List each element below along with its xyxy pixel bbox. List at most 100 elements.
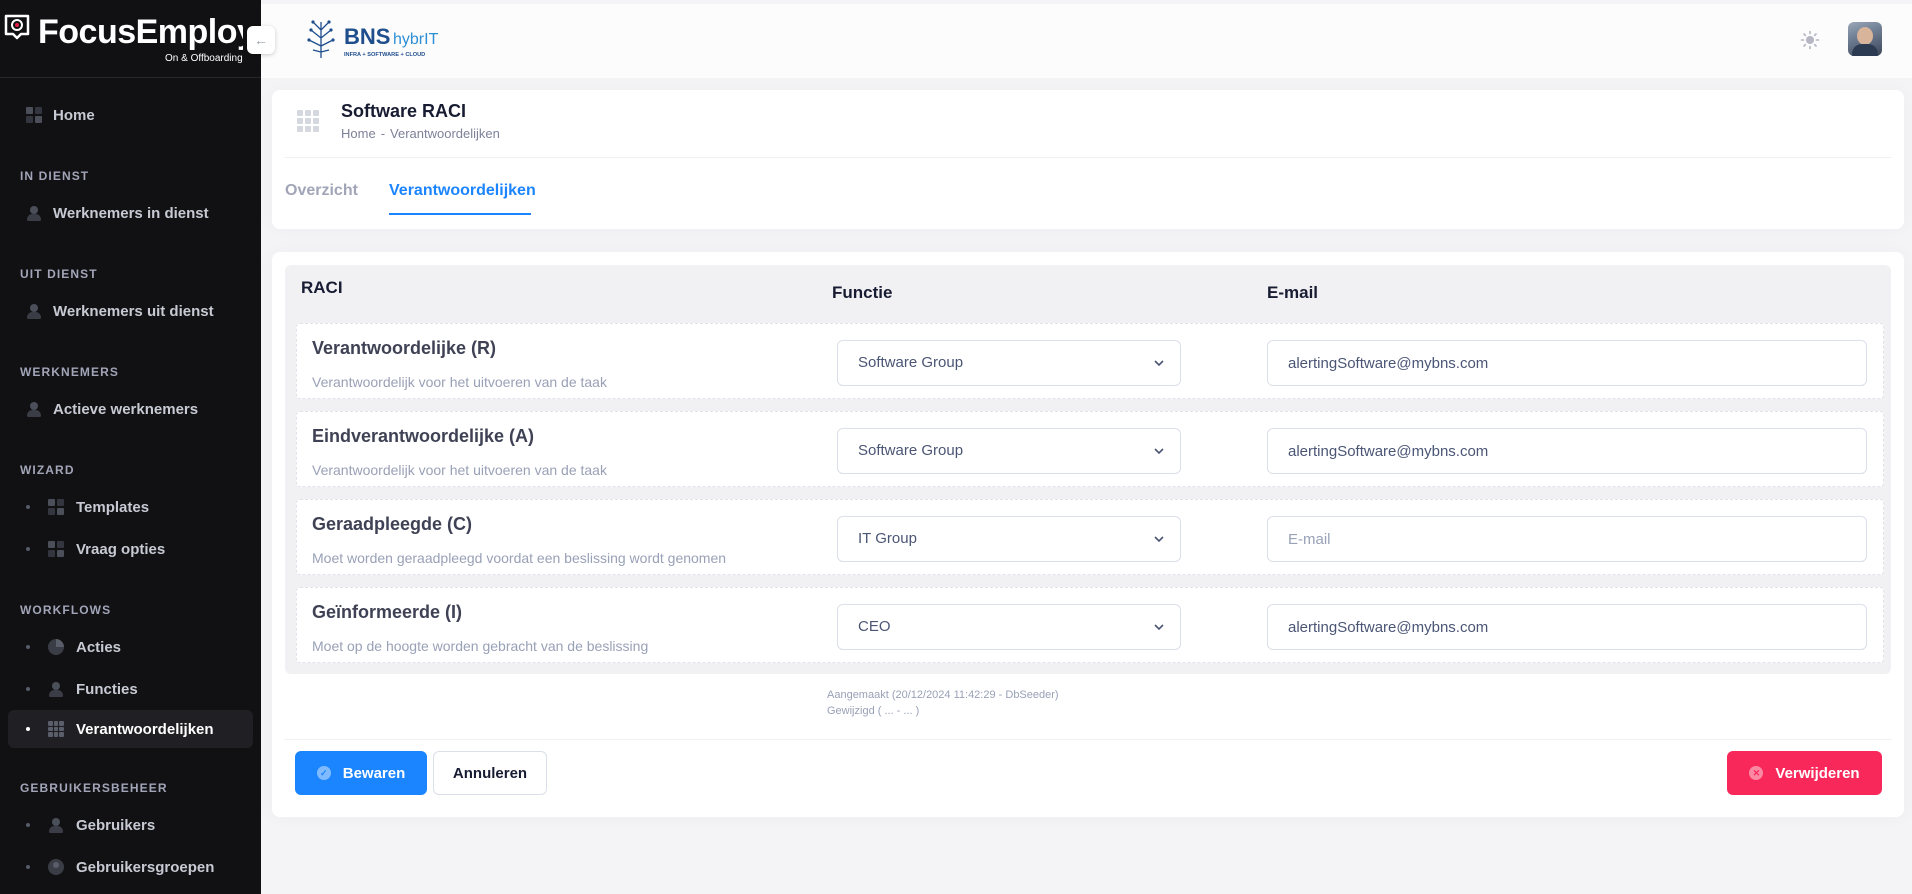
grid-icon <box>26 107 42 123</box>
save-button-label: Bewaren <box>342 764 406 782</box>
title-card <box>272 90 1904 229</box>
users-icon <box>26 303 42 319</box>
close-circle-icon: ✕ <box>1749 766 1764 780</box>
chevron-down-icon <box>1154 360 1164 367</box>
divider <box>284 739 1892 740</box>
bullet-icon <box>26 865 30 869</box>
sidebar-item-gebruikers[interactable]: Gebruikers <box>0 804 261 846</box>
sidebar-item-werknemers-in-dienst[interactable]: Werknemers in dienst <box>0 192 261 234</box>
sidebar: FocusEmploy On & Offboarding ← Home IN D… <box>0 0 275 894</box>
sun-icon[interactable] <box>1800 30 1820 50</box>
user-circle-icon <box>48 859 64 875</box>
email-field[interactable] <box>1267 340 1867 386</box>
svg-text:hybrIT: hybrIT <box>393 31 439 48</box>
bullet-icon <box>26 823 30 827</box>
bullet-icon <box>26 727 30 731</box>
divider <box>284 157 1892 158</box>
tab-verantwoordelijken[interactable]: Verantwoordelijken <box>389 182 536 200</box>
pie-icon <box>48 639 64 655</box>
sidebar-collapse-button[interactable]: ← <box>247 26 275 54</box>
svg-text:INFRA + SOFTWARE + CLOUD: INFRA + SOFTWARE + CLOUD <box>344 52 425 58</box>
sidebar-item-acties[interactable]: Acties <box>0 626 261 668</box>
sidebar-item-label: Werknemers uit dienst <box>53 302 214 320</box>
company-logo[interactable]: BNS hybrIT INFRA + SOFTWARE + CLOUD <box>305 16 455 62</box>
sidebar-item-label: Gebruikersgroepen <box>76 858 215 876</box>
list-icon <box>48 541 64 557</box>
breadcrumb-separator: - <box>380 126 386 141</box>
sidebar-item-functies[interactable]: Functies <box>0 668 261 710</box>
email-field[interactable] <box>1267 604 1867 650</box>
check-circle-icon: ✓ <box>316 766 331 780</box>
functie-select[interactable]: CEO <box>837 604 1181 650</box>
functie-select-value: Software Group <box>858 354 964 371</box>
functie-select[interactable]: Software Group <box>837 340 1181 386</box>
cancel-button-label: Annuleren <box>452 764 528 782</box>
raci-row-description: Verantwoordelijk voor het uitvoeren van … <box>312 462 607 478</box>
raci-row-description: Moet op de hoogte worden gebracht van de… <box>312 638 649 654</box>
section-heading: WIZARD <box>20 463 75 477</box>
sidebar-item-label: Gebruikers <box>76 816 156 834</box>
save-button[interactable]: ✓ Bewaren <box>295 751 427 795</box>
sidebar-item-label: Home <box>53 106 95 124</box>
column-header-raci: RACI <box>301 278 343 297</box>
page-title: Software RACI <box>341 101 467 121</box>
sidebar-item-label: Templates <box>76 498 150 516</box>
sidebar-item-werknemers-uit-dienst[interactable]: Werknemers uit dienst <box>0 290 261 332</box>
section-heading: WORKFLOWS <box>20 603 112 617</box>
raci-row-title: Geïnformeerde (I) <box>312 602 463 622</box>
chevron-down-icon <box>1154 624 1164 631</box>
modified-info: Gewijzigd ( ... - ... ) <box>827 705 920 717</box>
brand-name: FocusEmploy <box>38 13 243 51</box>
column-header-email: E-mail <box>1267 283 1319 302</box>
section-heading: GEBRUIKERSBEHEER <box>20 781 168 795</box>
section-heading: IN DIENST <box>20 169 90 183</box>
raci-row-description: Verantwoordelijk voor het uitvoeren van … <box>312 374 607 390</box>
sidebar-item-gebruikersgroepen[interactable]: Gebruikersgroepen <box>0 846 261 888</box>
user-icon <box>48 681 64 697</box>
delete-button[interactable]: ✕ Verwijderen <box>1727 751 1882 795</box>
arrow-left-icon: ← <box>254 32 268 48</box>
sidebar-menu: Home IN DIENST Werknemers in dienst UIT … <box>0 94 261 888</box>
bullet-icon <box>26 505 30 509</box>
brand-logo-icon <box>4 14 30 40</box>
created-info: Aangemaakt (20/12/2024 11:42:29 - DbSeed… <box>827 689 1059 701</box>
bullet-icon <box>26 645 30 649</box>
sidebar-item-templates[interactable]: Templates <box>0 486 261 528</box>
email-field[interactable] <box>1267 516 1867 562</box>
cancel-button[interactable]: Annuleren <box>433 751 547 795</box>
email-field[interactable] <box>1267 428 1867 474</box>
user-avatar[interactable] <box>1848 22 1882 56</box>
functie-select[interactable]: Software Group <box>837 428 1181 474</box>
sidebar-item-label: Werknemers in dienst <box>53 204 209 222</box>
sidebar-item-home[interactable]: Home <box>0 94 261 136</box>
sidebar-item-verantwoordelijken[interactable]: Verantwoordelijken <box>8 710 253 748</box>
breadcrumb-current: Verantwoordelijken <box>390 126 500 141</box>
dots-grid-icon <box>48 721 64 737</box>
section-heading: WERKNEMERS <box>20 365 120 379</box>
chevron-down-icon <box>1154 448 1164 455</box>
brand-subtitle: On & Offboarding <box>165 53 243 64</box>
sidebar-item-label: Verantwoordelijken <box>76 720 214 738</box>
raci-row-title: Verantwoordelijke (R) <box>312 338 497 358</box>
functie-select-value: CEO <box>858 618 891 635</box>
dots-grid-icon <box>297 110 319 132</box>
breadcrumb-home-link[interactable]: Home <box>341 126 376 141</box>
sidebar-item-vraag-opties[interactable]: Vraag opties <box>0 528 261 570</box>
grid-icon <box>48 499 64 515</box>
functie-select-value: Software Group <box>858 442 964 459</box>
active-tab-indicator <box>389 213 531 215</box>
chevron-down-icon <box>1154 536 1164 543</box>
sidebar-item-label: Functies <box>76 680 138 698</box>
raci-row-title: Eindverantwoordelijke (A) <box>312 426 535 446</box>
bullet-icon <box>26 547 30 551</box>
tab-overzicht[interactable]: Overzicht <box>285 182 358 200</box>
column-header-functie: Functie <box>832 283 893 302</box>
svg-text:BNS: BNS <box>344 24 390 49</box>
sidebar-item-actieve-werknemers[interactable]: Actieve werknemers <box>0 388 261 430</box>
functie-select-value: IT Group <box>858 530 917 547</box>
functie-select[interactable]: IT Group <box>837 516 1181 562</box>
users-icon <box>26 205 42 221</box>
top-header <box>261 4 1912 78</box>
delete-button-label: Verwijderen <box>1775 764 1860 782</box>
raci-row-description: Moet worden geraadpleegd voordat een bes… <box>312 550 727 566</box>
